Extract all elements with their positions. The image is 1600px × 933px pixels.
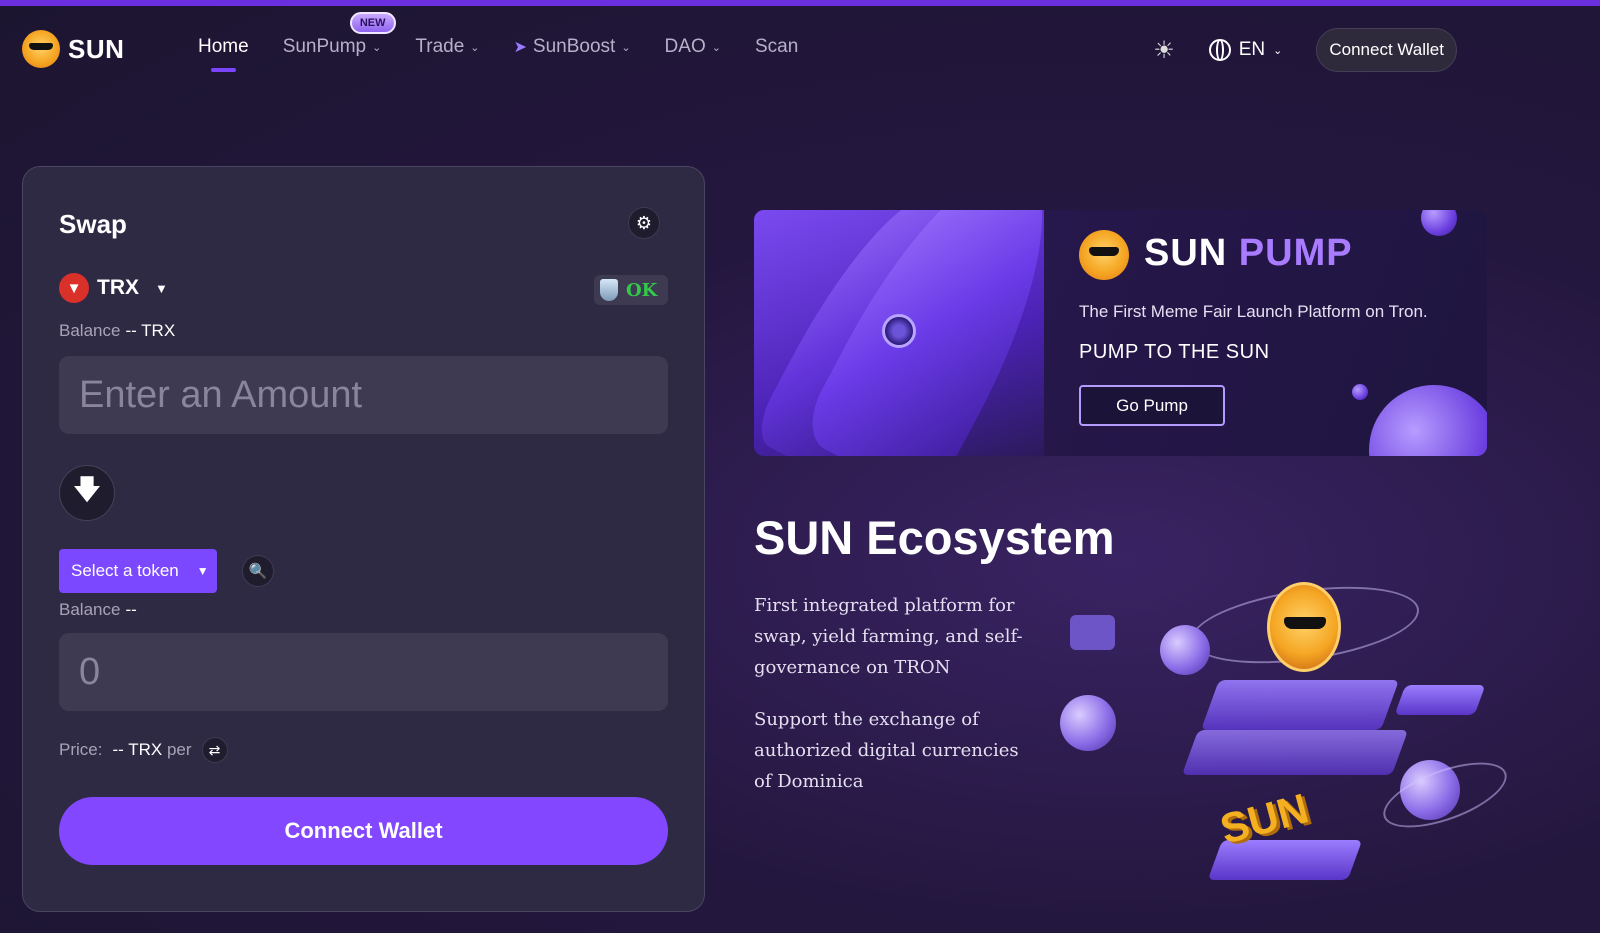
globe-icon <box>1060 695 1116 751</box>
nav-trade[interactable]: Trade ⌄ <box>415 36 479 58</box>
sunpump-title-pump: PUMP <box>1238 232 1353 274</box>
to-amount-input[interactable] <box>59 633 668 711</box>
balance-label: Balance <box>59 321 121 340</box>
ecosystem-illustration: SUN <box>1040 570 1560 920</box>
sun-coin-icon <box>1267 582 1341 672</box>
language-label: EN <box>1238 39 1266 60</box>
nav-sunpump-label: SunPump <box>282 36 367 57</box>
brand-logo[interactable]: SUN <box>22 30 124 68</box>
nav-home[interactable]: Home <box>198 36 249 72</box>
main-nav: Home NEW SunPump ⌄ Trade ⌄ ➤ SunBoost ⌄ … <box>198 12 798 72</box>
nav-dao[interactable]: DAO ⌄ <box>665 36 721 58</box>
chevron-down-icon: ⌄ <box>372 41 382 54</box>
select-token-label: Select a token <box>71 561 179 580</box>
token-search-icon[interactable]: 🔍 <box>242 555 274 587</box>
orbit-ring <box>1375 749 1515 841</box>
platform-tier <box>1181 730 1409 775</box>
settings-gear-icon[interactable]: ⚙ <box>628 207 660 239</box>
select-token-button[interactable]: Select a token ▼ <box>59 549 217 593</box>
planet-decor <box>1352 384 1368 400</box>
platform-tier <box>1200 680 1400 730</box>
from-token-selector[interactable]: ▼ TRX ▼ <box>59 273 168 303</box>
nav-home-label: Home <box>198 36 249 57</box>
sunpump-subtitle: The First Meme Fair Launch Platform on T… <box>1079 302 1428 321</box>
ecosystem-title: SUN Ecosystem <box>754 511 1115 564</box>
swap-card: Swap ⚙ ▼ TRX ▼ OK Balance-- TRX 🡇 Select… <box>22 166 705 912</box>
caret-down-icon: ▼ <box>196 564 209 578</box>
brand-name: SUN <box>68 33 125 64</box>
sunpump-title-sun: SUN <box>1144 232 1228 274</box>
language-selector[interactable]: EN ⌄ <box>1208 39 1283 61</box>
swap-price-direction-icon[interactable]: ⇄ <box>201 737 228 763</box>
chevron-down-icon: ⌄ <box>470 41 480 54</box>
rocket-icon: ➤ <box>513 39 527 56</box>
ok-label: OK <box>626 279 658 301</box>
shield-icon <box>600 279 618 301</box>
balance-label: Balance <box>59 600 121 619</box>
nav-sunboost-label: SunBoost <box>532 36 616 57</box>
cube-platform <box>1394 685 1486 715</box>
swap-title: Swap <box>59 209 127 239</box>
planet-decor <box>1369 385 1487 456</box>
to-balance-value: -- <box>125 600 137 619</box>
site-header: SUN Home NEW SunPump ⌄ Trade ⌄ ➤ SunBoos… <box>0 6 1600 90</box>
globe-icon <box>1208 39 1231 61</box>
from-token-symbol: TRX <box>97 276 139 299</box>
header-connect-wallet-button[interactable]: Connect Wallet <box>1316 28 1457 72</box>
sunpump-tagline: PUMP TO THE SUN <box>1079 341 1270 363</box>
rocket-window <box>882 314 916 348</box>
price-per: per <box>166 740 192 759</box>
planet-decor <box>1421 210 1457 236</box>
chevron-down-icon: ⌄ <box>621 41 631 54</box>
chart-panel-icon <box>1070 615 1115 650</box>
ecosystem-description-2: Support the exchange of authorized digit… <box>754 709 1019 792</box>
theme-toggle-sun-icon[interactable]: ☀ <box>1153 36 1175 65</box>
from-amount-input[interactable] <box>59 356 668 434</box>
from-balance: Balance -- TRX <box>59 321 175 341</box>
globe-icon <box>1160 625 1210 675</box>
nav-trade-label: Trade <box>415 36 465 57</box>
from-balance-value: -- TRX <box>125 321 176 340</box>
price-label: Price: <box>59 740 103 759</box>
sunpump-title: SUN PUMP <box>1144 232 1353 275</box>
caret-down-icon: ▼ <box>155 280 168 296</box>
price-value: -- TRX <box>112 740 163 759</box>
nav-scan-label: Scan <box>754 36 799 57</box>
rocket-illustration <box>754 210 1091 456</box>
sun-logo-icon <box>22 30 60 68</box>
chevron-down-icon: ⌄ <box>1273 44 1283 57</box>
ecosystem-description-1: First integrated platform for swap, yiel… <box>754 595 1023 678</box>
sunpump-banner[interactable]: SUN PUMP The First Meme Fair Launch Plat… <box>754 210 1487 456</box>
nav-scan[interactable]: Scan <box>755 36 798 58</box>
header-actions: ☀ EN ⌄ Connect Wallet <box>1153 28 1457 72</box>
nav-sunpump[interactable]: NEW SunPump ⌄ <box>282 12 396 58</box>
swap-connect-wallet-button[interactable]: Connect Wallet <box>59 797 668 865</box>
price-row: Price: -- TRX per ⇄ <box>59 737 228 763</box>
chevron-down-icon: ⌄ <box>711 41 721 54</box>
trx-token-icon: ▼ <box>59 273 89 303</box>
nav-sunboost[interactable]: ➤ SunBoost ⌄ <box>514 36 631 58</box>
to-balance: Balance -- <box>59 600 137 620</box>
new-badge: NEW <box>349 12 396 34</box>
swap-direction-arrow-down-icon[interactable]: 🡇 <box>59 465 115 521</box>
security-ok-badge[interactable]: OK <box>594 275 668 305</box>
go-pump-button[interactable]: Go Pump <box>1079 385 1225 426</box>
sunpump-logo-icon <box>1079 230 1129 280</box>
nav-dao-label: DAO <box>664 36 706 57</box>
